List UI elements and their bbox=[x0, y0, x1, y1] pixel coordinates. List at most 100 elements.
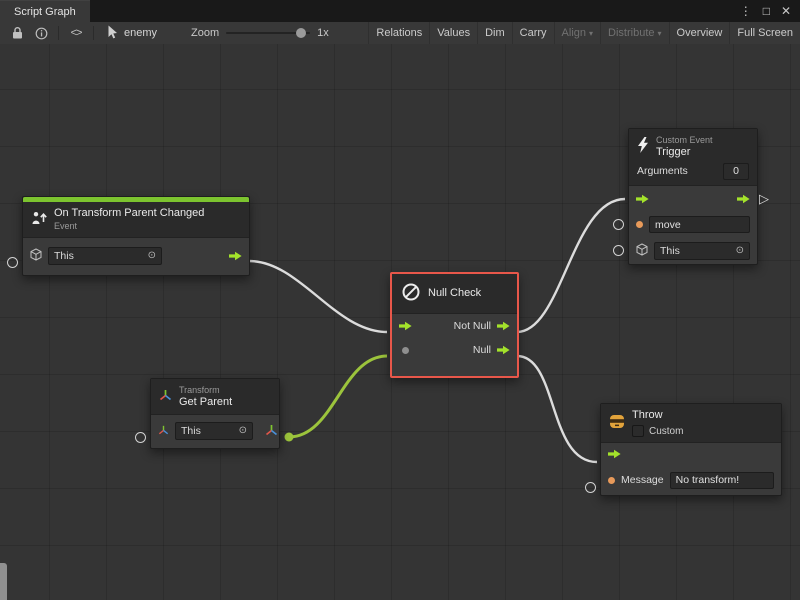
node-row-message: Message No transform! bbox=[601, 465, 781, 495]
zoom-slider-handle[interactable] bbox=[296, 28, 306, 38]
button-label: Carry bbox=[520, 27, 547, 39]
node-row-target: This ⊙ bbox=[151, 415, 279, 448]
null-port-label: Null bbox=[473, 344, 491, 356]
window-controls: ⋮ □ ✕ bbox=[740, 0, 800, 22]
target-dropdown[interactable]: This ⊙ bbox=[48, 247, 162, 265]
vertical-scrollbar-nub[interactable] bbox=[0, 563, 7, 600]
node-title: Throw bbox=[632, 409, 683, 422]
get-parent-input-port[interactable] bbox=[135, 432, 146, 443]
node-header: Null Check bbox=[392, 274, 517, 314]
toolbar-button-dim[interactable]: Dim bbox=[477, 22, 512, 44]
not-null-port-label: Not Null bbox=[454, 320, 491, 332]
tab-script-graph[interactable]: Script Graph bbox=[0, 0, 90, 22]
toolbar-button-overview[interactable]: Overview bbox=[669, 22, 730, 44]
wire-notnull-to-trigger[interactable] bbox=[517, 199, 625, 332]
info-icon[interactable] bbox=[29, 23, 53, 43]
chevron-down-icon: ▾ bbox=[658, 29, 662, 38]
target-value: This bbox=[54, 250, 74, 262]
wire-event-to-nullcheck[interactable] bbox=[249, 261, 387, 332]
zoom-control: Zoom 1x bbox=[191, 27, 329, 39]
throw-message-port[interactable] bbox=[585, 482, 596, 493]
node-header: On Transform Parent Changed Event bbox=[23, 202, 249, 238]
arguments-count-field[interactable]: 0 bbox=[723, 163, 749, 180]
toolbar-button-values[interactable]: Values bbox=[429, 22, 477, 44]
gameobject-cube-icon bbox=[636, 243, 648, 259]
button-label: Full Screen bbox=[737, 27, 793, 39]
object-picker-icon[interactable]: ⊙ bbox=[148, 251, 156, 261]
transform-axes-icon bbox=[159, 389, 172, 404]
button-label: Distribute bbox=[608, 27, 654, 39]
menu-icon[interactable]: ⋮ bbox=[740, 5, 752, 17]
event-name-field[interactable]: move bbox=[649, 216, 750, 233]
wire-green-endpoint-dot[interactable] bbox=[285, 433, 294, 442]
transform-parent-changed-icon bbox=[31, 211, 47, 228]
toolbar-buttons: Relations Values Dim Carry Align▾ Distri… bbox=[368, 22, 800, 44]
not-null-output-port[interactable] bbox=[497, 321, 510, 331]
toolbar-separator bbox=[58, 26, 59, 40]
toolbar-button-fullscreen[interactable]: Full Screen bbox=[729, 22, 800, 44]
object-picker-icon[interactable]: ⊙ bbox=[736, 246, 744, 256]
flow-input-port[interactable] bbox=[636, 194, 649, 204]
flow-input-port[interactable] bbox=[608, 449, 621, 459]
custom-checkbox[interactable] bbox=[632, 425, 644, 437]
target-dropdown[interactable]: This ⊙ bbox=[175, 422, 253, 440]
node-header: Throw Custom bbox=[601, 404, 781, 443]
toolbar-button-distribute[interactable]: Distribute ▾ bbox=[600, 22, 668, 44]
graph-breadcrumb[interactable]: enemy bbox=[99, 25, 165, 42]
button-label: Align bbox=[562, 27, 586, 39]
target-value: This bbox=[660, 245, 680, 257]
node-header: Transform Get Parent bbox=[151, 379, 279, 415]
tab-label: Script Graph bbox=[14, 6, 76, 18]
node-trigger-custom-event[interactable]: Custom Event Trigger Arguments 0 move bbox=[628, 128, 758, 265]
node-row-null: Null bbox=[392, 338, 517, 362]
target-value: This bbox=[181, 425, 201, 437]
toolbar-button-relations[interactable]: Relations bbox=[368, 22, 429, 44]
node-header: Custom Event Trigger Arguments 0 bbox=[629, 129, 757, 186]
trigger-play-output-icon[interactable]: ▷ bbox=[759, 192, 769, 205]
zoom-slider[interactable] bbox=[226, 32, 310, 34]
transform-output-port[interactable] bbox=[265, 424, 278, 439]
string-input-port[interactable] bbox=[636, 221, 643, 228]
message-label: Message bbox=[621, 474, 664, 486]
object-picker-icon[interactable]: ⊙ bbox=[239, 426, 247, 436]
node-get-parent[interactable]: Transform Get Parent This ⊙ bbox=[150, 378, 280, 449]
node-row-flow bbox=[601, 443, 781, 465]
toolbar-button-carry[interactable]: Carry bbox=[512, 22, 554, 44]
node-throw[interactable]: Throw Custom Message No transform! bbox=[600, 403, 782, 496]
graph-name-label: enemy bbox=[124, 27, 157, 39]
titlebar: Script Graph ⋮ □ ✕ bbox=[0, 0, 800, 22]
string-input-port[interactable] bbox=[608, 477, 615, 484]
close-icon[interactable]: ✕ bbox=[781, 5, 791, 17]
message-field[interactable]: No transform! bbox=[670, 472, 774, 489]
button-label: Relations bbox=[376, 27, 422, 39]
node-row-target: This ⊙ bbox=[23, 238, 249, 275]
chevron-down-icon: ▾ bbox=[589, 29, 593, 38]
event-node-input-port[interactable] bbox=[7, 257, 18, 268]
trigger-event-name-port[interactable] bbox=[613, 219, 624, 230]
wire-getparent-to-nullcheck[interactable] bbox=[289, 356, 387, 437]
node-subtitle: Event bbox=[54, 221, 204, 232]
wire-null-to-throw[interactable] bbox=[517, 356, 597, 462]
node-category: Custom Event bbox=[656, 135, 713, 146]
node-category: Transform bbox=[179, 385, 232, 396]
toolbar-separator bbox=[93, 26, 94, 40]
button-label: Overview bbox=[677, 27, 723, 39]
flow-input-port[interactable] bbox=[399, 321, 412, 331]
node-title: On Transform Parent Changed bbox=[54, 207, 204, 220]
custom-checkbox-label: Custom bbox=[649, 426, 683, 437]
value-input-port[interactable] bbox=[402, 347, 409, 354]
button-label: Dim bbox=[485, 27, 505, 39]
node-null-check[interactable]: Null Check Not Null Null bbox=[390, 272, 519, 378]
toolbar-button-align[interactable]: Align▾ bbox=[554, 22, 600, 44]
node-on-transform-parent-changed[interactable]: On Transform Parent Changed Event This ⊙ bbox=[22, 196, 250, 276]
null-output-port[interactable] bbox=[497, 345, 510, 355]
graph-canvas[interactable]: On Transform Parent Changed Event This ⊙… bbox=[0, 44, 800, 600]
code-preview-icon[interactable]: <> bbox=[64, 23, 88, 43]
flow-output-port[interactable] bbox=[229, 251, 242, 261]
lock-icon[interactable] bbox=[5, 23, 29, 43]
flow-output-port[interactable] bbox=[737, 194, 750, 204]
maximize-icon[interactable]: □ bbox=[763, 5, 770, 17]
trigger-target-port[interactable] bbox=[613, 245, 624, 256]
target-dropdown[interactable]: This ⊙ bbox=[654, 242, 750, 260]
transform-axes-icon bbox=[158, 425, 169, 438]
